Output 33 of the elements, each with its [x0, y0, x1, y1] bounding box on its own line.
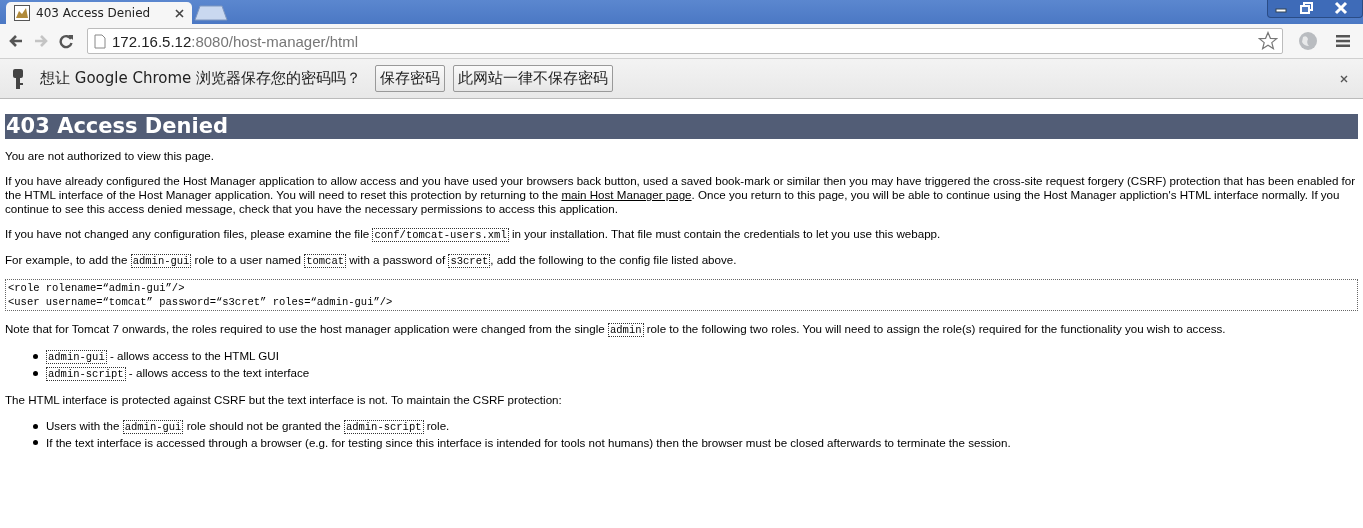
- infobar-message: 想让 Google Chrome 浏览器保存您的密码吗？: [40, 69, 362, 88]
- menu-icon[interactable]: [1335, 34, 1351, 48]
- url-text: 172.16.5.12:8080/host-manager/html: [112, 32, 358, 50]
- bullet-icon: [33, 424, 38, 429]
- close-icon[interactable]: [1340, 74, 1348, 83]
- code-line: <user username=“tomcat” password=“s3cret” roles=“admin-gui”/>: [8, 295, 393, 309]
- paragraph: Note that for Tomcat 7 onwards, the roles required to use the host manager application were changed from the single admin role to the following two roles. You will need to assign the role(s) required for the functionality you wish to access.: [5, 322, 1227, 337]
- bullet-icon: [33, 371, 38, 376]
- star-icon[interactable]: [1258, 31, 1278, 51]
- infobar-button[interactable]: 保存密码: [375, 65, 446, 92]
- page-heading: 403 Access Denied: [5, 114, 1358, 139]
- list-item-text: admin-gui - allows access to the HTML GUI: [46, 348, 279, 365]
- paragraph: If you have already configured the Host Manager application to allow access and you have used your browsers back button, used a saved book-mark or similar then you may have triggered the cross-site request forgery (CSRF) protection that has been enabled for the HTML interface of the Host Manager application. You will need to reset this protection by returning to the main Host Manager page. Once you return to this page, you will be able to continue using the Host Manager appliction's HTML interface normally. If you continue to see this access denied message, check that you have the necessary permissions to access this application.: [5, 174, 1357, 216]
- list-item-text: Users with the admin-gui role should not be granted the admin-script role.: [46, 418, 450, 435]
- page-icon: [94, 33, 106, 49]
- list-item-text: If the text interface is accessed through a browser (e.g. for testing since this interface is intended for tools not humans) then the browser must be closed afterwards to terminate the session.: [46, 435, 1011, 450]
- paragraph: For example, to add the admin-gui role to a user named tomcat with a password of s3cret , add the following to the config file listed above.: [5, 253, 738, 268]
- paragraph: The HTML interface is protected against CSRF but the text interface is not. To maintain the CSRF protection:: [5, 393, 563, 407]
- close-icon[interactable]: [175, 8, 184, 18]
- browser-tab[interactable]: 403 Access Denied: [6, 2, 192, 24]
- back-arrow-icon[interactable]: [8, 33, 24, 49]
- reload-icon[interactable]: [58, 33, 74, 49]
- paragraph: You are not authorized to view this page.: [5, 149, 216, 163]
- infobar-button[interactable]: 此网站一律不保存密码: [453, 65, 614, 92]
- key-icon: [12, 67, 24, 90]
- bullet-icon: [33, 440, 38, 445]
- address-bar[interactable]: 172.16.5.12:8080/host-manager/html: [87, 28, 1283, 54]
- link[interactable]: main Host Manager page: [561, 188, 692, 201]
- list-item-text: admin-script - allows access to the text interface: [46, 365, 310, 382]
- paragraph: If you have not changed any configuration files, please examine the file conf/tomcat-users.xml in your installation. That file must contain the credentials to let you use this webapp.: [5, 227, 942, 242]
- code-line: <role rolename=“admin-gui”/>: [8, 281, 185, 295]
- new-tab-button[interactable]: [194, 5, 228, 21]
- bullet-icon: [33, 354, 38, 359]
